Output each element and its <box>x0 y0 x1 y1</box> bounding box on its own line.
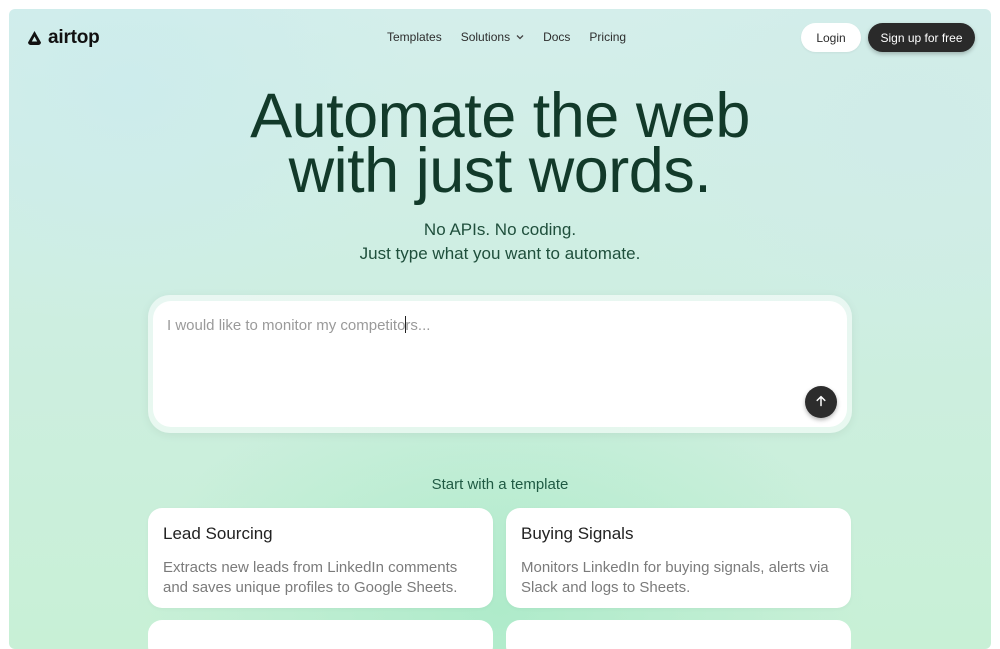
template-card-description: Extracts new leads from LinkedIn comment… <box>163 559 458 596</box>
template-card-lead-sourcing[interactable]: Lead Sourcing Extracts new leads from Li… <box>148 508 493 608</box>
hero-subtitle-line-1: No APIs. No coding. <box>423 220 577 239</box>
logo-text: airtop <box>48 27 100 48</box>
page-background: airtop Templates Solutions Docs Pricing … <box>9 9 991 649</box>
prompt-box <box>153 301 847 427</box>
prompt-container <box>148 295 852 433</box>
template-card-title: Buying Signals <box>521 524 634 543</box>
logo[interactable]: airtop <box>25 27 100 49</box>
top-nav: airtop Templates Solutions Docs Pricing … <box>9 9 991 65</box>
hero-title-line-2: with just words. <box>288 136 712 206</box>
chevron-down-icon <box>516 32 524 42</box>
template-card-partial[interactable] <box>506 620 851 649</box>
nav-link-solutions-label: Solutions <box>460 30 511 44</box>
template-card-partial[interactable] <box>148 620 493 649</box>
hero-subtitle: No APIs. No coding. Just type what you w… <box>9 218 991 266</box>
nav-link-pricing[interactable]: Pricing <box>589 30 626 44</box>
template-card-buying-signals[interactable]: Buying Signals Monitors LinkedIn for buy… <box>506 508 851 608</box>
cloud-logo-icon <box>25 30 44 46</box>
nav-links: Templates Solutions Docs Pricing <box>387 30 626 44</box>
arrow-up-icon <box>815 395 827 410</box>
templates-heading: Start with a template <box>431 476 569 493</box>
prompt-input[interactable] <box>167 313 767 337</box>
login-button[interactable]: Login <box>801 23 861 52</box>
text-caret <box>405 316 406 333</box>
hero-subtitle-line-2: Just type what you want to automate. <box>359 244 641 263</box>
nav-link-templates[interactable]: Templates <box>387 30 442 44</box>
nav-link-solutions[interactable]: Solutions <box>461 30 524 44</box>
signup-button[interactable]: Sign up for free <box>868 23 975 52</box>
nav-link-docs[interactable]: Docs <box>543 30 570 44</box>
send-button[interactable] <box>805 386 837 418</box>
hero-title: Automate the web with just words. <box>9 85 991 206</box>
template-card-description: Monitors LinkedIn for buying signals, al… <box>521 559 829 596</box>
template-card-title: Lead Sourcing <box>163 524 273 543</box>
